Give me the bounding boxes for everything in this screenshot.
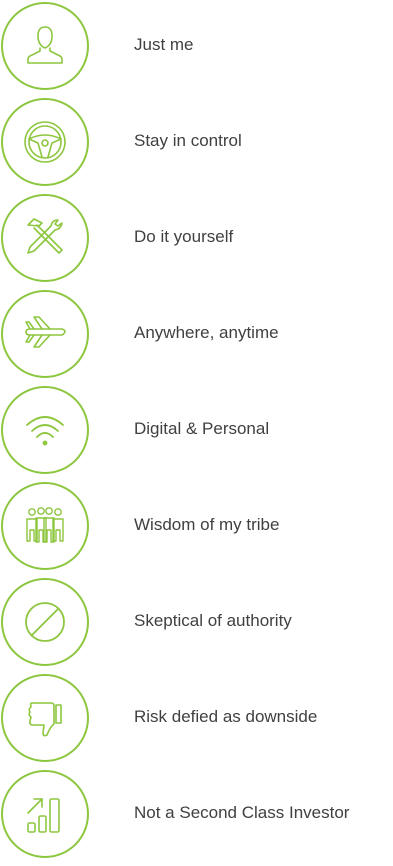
attribute-list: Just me Stay in control Do it yourself A… <box>0 0 393 866</box>
list-item: Just me <box>0 2 393 98</box>
item-label: Not a Second Class Investor <box>134 803 350 822</box>
list-item: Do it yourself <box>0 194 393 290</box>
item-label: Do it yourself <box>134 227 234 246</box>
item-label: Stay in control <box>134 131 242 150</box>
item-label: Wisdom of my tribe <box>134 515 280 534</box>
growth-chart-icon <box>1 770 89 858</box>
tools-icon <box>1 194 89 282</box>
group-icon <box>1 482 89 570</box>
list-item: Digital & Personal <box>0 386 393 482</box>
thumbs-down-icon <box>1 674 89 762</box>
wifi-icon <box>1 386 89 474</box>
list-item: Skeptical of authority <box>0 578 393 674</box>
airplane-icon <box>1 290 89 378</box>
item-label: Risk defied as downside <box>134 707 318 726</box>
item-label: Digital & Personal <box>134 419 270 438</box>
list-item: Anywhere, anytime <box>0 290 393 386</box>
steering-wheel-icon <box>1 98 89 186</box>
list-item: Stay in control <box>0 98 393 194</box>
list-item: Wisdom of my tribe <box>0 482 393 578</box>
list-item: Risk defied as downside <box>0 674 393 770</box>
person-icon <box>1 2 89 90</box>
item-label: Anywhere, anytime <box>134 323 279 342</box>
item-label: Skeptical of authority <box>134 611 292 630</box>
list-item: Not a Second Class Investor <box>0 770 393 866</box>
prohibited-icon <box>1 578 89 666</box>
item-label: Just me <box>134 35 194 54</box>
